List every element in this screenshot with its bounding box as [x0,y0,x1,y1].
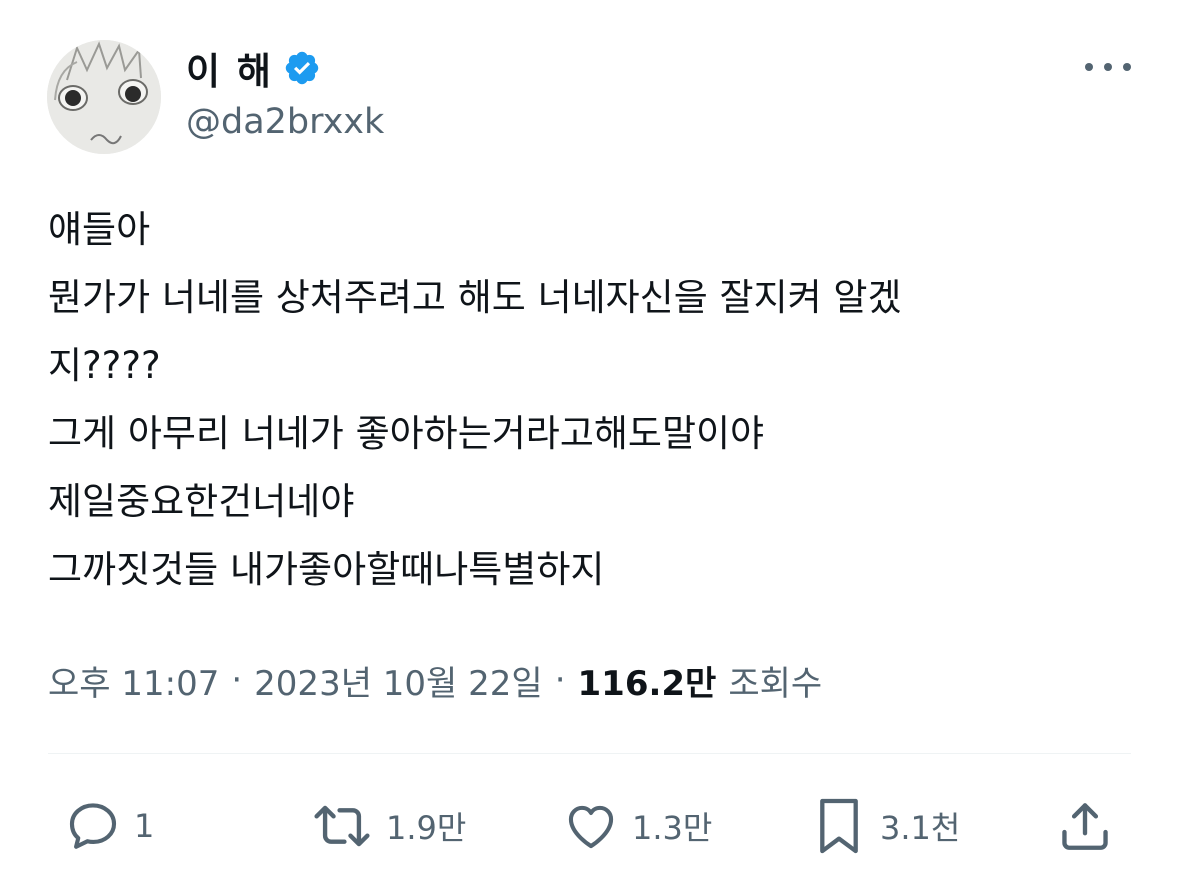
share-button[interactable] [1056,790,1114,862]
divider [48,753,1131,754]
retweet-button[interactable]: 1.9만 [310,790,466,862]
verified-badge-icon[interactable] [283,49,321,87]
more-horizontal-icon [1104,63,1112,71]
author-handle[interactable]: @da2brxxk [186,102,384,142]
meta-separator: · [231,660,243,700]
more-horizontal-icon [1085,63,1093,71]
views-count: 116.2만 [577,663,717,704]
meta-separator: · [554,660,566,700]
tweet-detail: 이 해 @da2brxxk 얘들아 뭔가가 너네를 상처주려고 해도 너네자신을… [0,0,1179,884]
bookmark-count: 3.1천 [880,809,961,847]
reply-count: 1 [134,807,155,845]
tweet-meta: 오후 11:07 · 2023년 10월 22일 · 116.2만 조회수 [48,654,822,706]
views-label: 조회수 [728,663,823,704]
author-name-row[interactable]: 이 해 [186,40,321,96]
avatar[interactable] [47,40,161,154]
share-icon [1062,803,1108,850]
like-count: 1.3만 [632,809,713,847]
tweet-time[interactable]: 오후 11:07 [48,656,219,705]
avatar-drawing-image [47,40,161,154]
tweet-text-line: 그게 아무리 너네가 좋아하는거라고해도말이야 [48,412,765,455]
tweet-date[interactable]: 2023년 10월 22일 [254,656,543,705]
more-horizontal-icon [1123,63,1131,71]
reply-button[interactable]: 1 [64,790,154,862]
more-options-button[interactable] [1085,52,1131,82]
tweet-text-line: 제일중요한건너네야 [48,480,355,523]
tweet-text-line: 그까짓것들 내가좋아할때나특별하지 [48,548,605,591]
heart-icon [568,805,614,849]
tweet-text-line: 얘들아 [48,208,151,251]
like-button[interactable]: 1.3만 [562,790,712,862]
action-bar: 1 1.9만 1.3만 3.1천 [48,790,1131,862]
tweet-text: 얘들아 뭔가가 너네를 상처주려고 해도 너네자신을 잘지켜 알겠 지???? … [48,196,1133,604]
reply-icon [69,803,117,849]
retweet-icon [314,805,370,847]
bookmark-button[interactable]: 3.1천 [810,790,960,862]
retweet-count: 1.9만 [386,809,467,847]
display-name[interactable]: 이 해 [186,41,273,95]
tweet-text-line: 지???? [48,344,161,387]
tweet-text-line: 뭔가가 너네를 상처주려고 해도 너네자신을 잘지켜 알겠 [48,276,902,319]
bookmark-icon [820,798,858,854]
